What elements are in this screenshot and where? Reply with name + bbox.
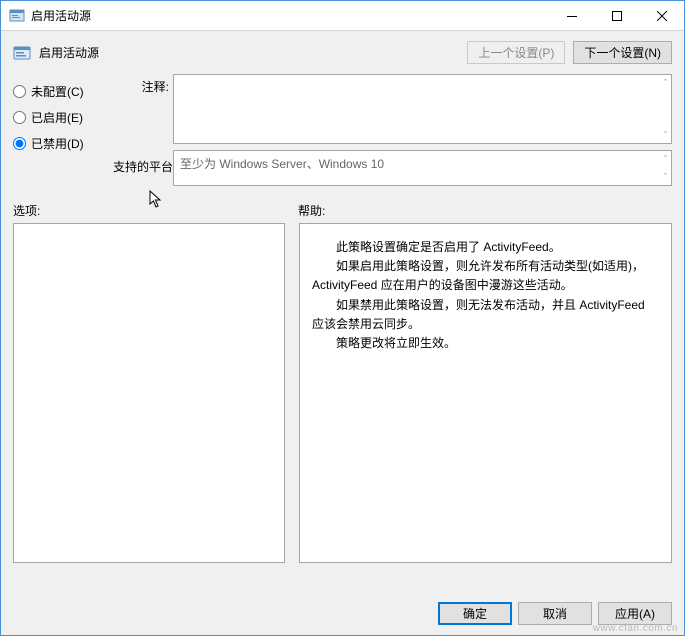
radio-disabled-input[interactable] — [13, 137, 26, 150]
help-text-line: 此策略设置确定是否启用了 ActivityFeed。 — [312, 238, 659, 257]
help-text-line: 如果启用此策略设置，则允许发布所有活动类型(如适用)，ActivityFeed … — [312, 257, 659, 295]
ok-button[interactable]: 确定 — [438, 602, 512, 625]
titlebar: 启用活动源 — [1, 1, 684, 31]
radio-disabled[interactable]: 已禁用(D) — [13, 130, 113, 156]
scroll-down-icon: ˇ — [664, 172, 667, 182]
comment-textarea[interactable]: ˆ ˇ — [173, 74, 672, 144]
help-pane: 此策略设置确定是否启用了 ActivityFeed。 如果启用此策略设置，则允许… — [299, 223, 672, 563]
radio-not-configured[interactable]: 未配置(C) — [13, 78, 113, 104]
previous-setting-button[interactable]: 上一个设置(P) — [467, 41, 565, 64]
help-text-line: 策略更改将立即生效。 — [312, 334, 659, 353]
help-section-label: 帮助: — [298, 202, 325, 219]
close-button[interactable] — [639, 1, 684, 30]
options-pane — [13, 223, 285, 563]
minimize-button[interactable] — [549, 1, 594, 30]
radio-not-configured-input[interactable] — [13, 85, 26, 98]
policy-name: 启用活动源 — [39, 44, 99, 61]
radio-disabled-label: 已禁用(D) — [31, 135, 84, 152]
supported-platform-label: 支持的平台: — [113, 158, 173, 180]
radio-enabled-input[interactable] — [13, 111, 26, 124]
radio-enabled-label: 已启用(E) — [31, 109, 83, 126]
scroll-down-icon: ˇ — [664, 130, 667, 140]
scroll-up-icon: ˆ — [664, 154, 667, 164]
help-text-line: 如果禁用此策略设置，则无法发布活动，并且 ActivityFeed 应该会禁用云… — [312, 296, 659, 334]
options-section-label: 选项: — [13, 202, 298, 219]
window-title: 启用活动源 — [31, 7, 549, 24]
supported-platform-box: 至少为 Windows Server、Windows 10 ˆ ˇ — [173, 150, 672, 186]
scroll-up-icon: ˆ — [664, 78, 667, 88]
maximize-button[interactable] — [594, 1, 639, 30]
radio-not-configured-label: 未配置(C) — [31, 83, 84, 100]
cancel-button[interactable]: 取消 — [518, 602, 592, 625]
next-setting-button[interactable]: 下一个设置(N) — [573, 41, 672, 64]
comment-label: 注释: — [113, 78, 173, 100]
radio-enabled[interactable]: 已启用(E) — [13, 104, 113, 130]
policy-window-icon — [9, 8, 25, 24]
apply-button[interactable]: 应用(A) — [598, 602, 672, 625]
state-radio-group: 未配置(C) 已启用(E) 已禁用(D) — [13, 72, 113, 156]
policy-icon — [13, 44, 31, 62]
supported-platform-value: 至少为 Windows Server、Windows 10 — [180, 157, 384, 171]
